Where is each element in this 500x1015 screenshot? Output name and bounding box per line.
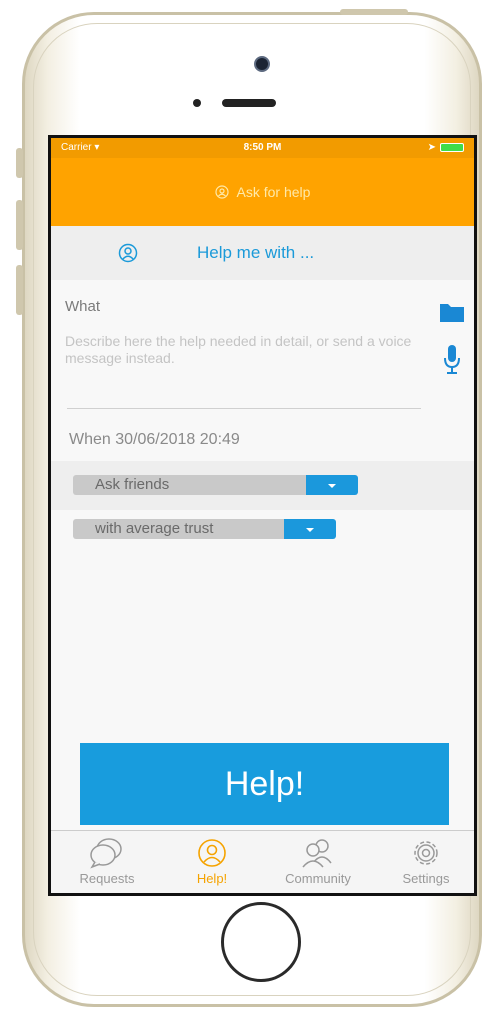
earpiece-speaker: [222, 99, 276, 107]
description-input[interactable]: Describe here the help needed in detail,…: [65, 333, 425, 367]
battery-icon: [440, 143, 464, 152]
person-circle-icon: [198, 839, 226, 867]
trust-dropdown[interactable]: with average trust: [73, 519, 336, 539]
help-button[interactable]: Help!: [80, 743, 449, 825]
tab-label: Help!: [196, 871, 228, 886]
tab-bar: Requests Help! Community Settings: [51, 830, 474, 893]
nav-bar: Ask for help: [51, 158, 474, 226]
location-icon: ➤: [427, 142, 436, 153]
trust-dropdown-value: with average trust: [73, 519, 284, 539]
divider: [67, 408, 421, 409]
tab-label: Settings: [402, 871, 450, 886]
audience-dropdown[interactable]: Ask friends: [73, 475, 358, 495]
status-indicators: ➤: [428, 142, 464, 153]
chevron-down-icon[interactable]: [306, 475, 358, 495]
tab-settings[interactable]: Settings: [381, 831, 471, 893]
proximity-sensor: [193, 99, 201, 107]
volume-down-button: [16, 265, 23, 315]
chat-bubbles-icon: [90, 838, 122, 869]
tab-label: Community: [285, 871, 351, 886]
tab-label: Requests: [79, 871, 135, 886]
folder-icon[interactable]: [439, 301, 465, 323]
nav-title: Ask for help: [236, 184, 311, 200]
person-circle-icon: [214, 185, 229, 199]
tab-requests[interactable]: Requests: [59, 831, 155, 893]
segment-label: Help me with ...: [197, 243, 315, 262]
volume-up-button: [16, 200, 23, 250]
person-circle-icon: [118, 243, 138, 263]
group-icon: [302, 839, 332, 868]
power-button: [340, 9, 408, 15]
gear-icon: [414, 841, 438, 865]
audience-dropdown-value: Ask friends: [73, 475, 306, 495]
what-label: What: [65, 298, 101, 315]
microphone-icon[interactable]: [443, 344, 461, 376]
when-label[interactable]: When 30/06/2018 20:49: [69, 431, 240, 449]
status-bar: Carrier ▾ 8:50 PM ➤: [51, 138, 474, 158]
chevron-down-icon[interactable]: [284, 519, 336, 539]
mute-switch: [16, 148, 23, 178]
app-screen: Carrier ▾ 8:50 PM ➤ Ask for help Help me…: [48, 135, 477, 896]
front-camera: [254, 56, 270, 72]
status-time: 8:50 PM: [243, 142, 282, 153]
tab-community[interactable]: Community: [265, 831, 371, 893]
help-segment[interactable]: Help me with ...: [51, 226, 474, 280]
home-button[interactable]: [221, 902, 301, 982]
tab-help[interactable]: Help!: [169, 831, 255, 893]
